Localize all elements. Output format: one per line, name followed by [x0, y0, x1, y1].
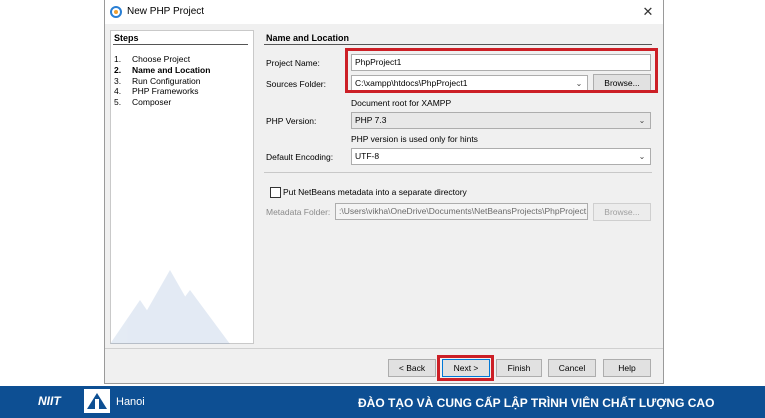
- section-heading: Name and Location: [266, 33, 350, 43]
- metadata-checkbox-label[interactable]: Put NetBeans metadata into a separate di…: [283, 187, 467, 197]
- php-version-label: PHP Version:: [266, 116, 317, 126]
- footer-logo-text: NIIT: [38, 394, 61, 408]
- step-item: 3. Run Configuration: [114, 76, 201, 86]
- step-item: 4. PHP Frameworks: [114, 86, 199, 96]
- close-icon[interactable]: ✕: [640, 4, 656, 20]
- section-divider: [264, 44, 652, 45]
- step-item-current: 2. Name and Location: [114, 65, 211, 75]
- metadata-browse-button[interactable]: Browse...: [593, 203, 651, 221]
- back-button[interactable]: < Back: [388, 359, 436, 377]
- step-item: 1. Choose Project: [114, 54, 191, 64]
- encoding-select[interactable]: UTF-8 ⌄: [351, 148, 651, 165]
- encoding-label: Default Encoding:: [266, 152, 334, 162]
- project-name-label: Project Name:: [266, 58, 320, 68]
- encoding-value: UTF-8: [355, 151, 380, 161]
- cancel-button[interactable]: Cancel: [548, 359, 596, 377]
- niit-logo-icon: [84, 389, 110, 413]
- chevron-down-icon[interactable]: ⌄: [636, 149, 648, 164]
- php-version-select[interactable]: PHP 7.3 ⌄: [351, 112, 651, 129]
- footer-logo-city: Hanoi: [116, 396, 145, 408]
- netbeans-logo-icon: [110, 6, 122, 18]
- step-item: 5. Composer: [114, 97, 172, 107]
- metadata-folder-input[interactable]: :\Users\vikha\OneDrive\Documents\NetBean…: [335, 203, 588, 220]
- metadata-folder-label: Metadata Folder:: [266, 207, 331, 217]
- button-bar-divider: [105, 348, 663, 349]
- finish-button[interactable]: Finish: [496, 359, 542, 377]
- steps-divider: [113, 44, 248, 45]
- footer-slogan: ĐÀO TẠO VÀ CUNG CẤP LẬP TRÌNH VIÊN CHẤT …: [358, 396, 715, 410]
- highlight-box: [437, 355, 494, 381]
- separator: [264, 172, 652, 173]
- php-version-value: PHP 7.3: [355, 115, 387, 125]
- help-button[interactable]: Help: [603, 359, 651, 377]
- highlight-box: [345, 48, 658, 93]
- window-title: New PHP Project: [127, 6, 205, 17]
- php-version-hint: PHP version is used only for hints: [351, 134, 478, 144]
- steps-heading: Steps: [114, 33, 139, 43]
- document-root-hint: Document root for XAMPP: [351, 98, 452, 108]
- netbeans-watermark-icon: [110, 270, 230, 344]
- chevron-down-icon[interactable]: ⌄: [636, 113, 648, 128]
- metadata-checkbox[interactable]: [270, 187, 281, 198]
- sources-folder-label: Sources Folder:: [266, 79, 326, 89]
